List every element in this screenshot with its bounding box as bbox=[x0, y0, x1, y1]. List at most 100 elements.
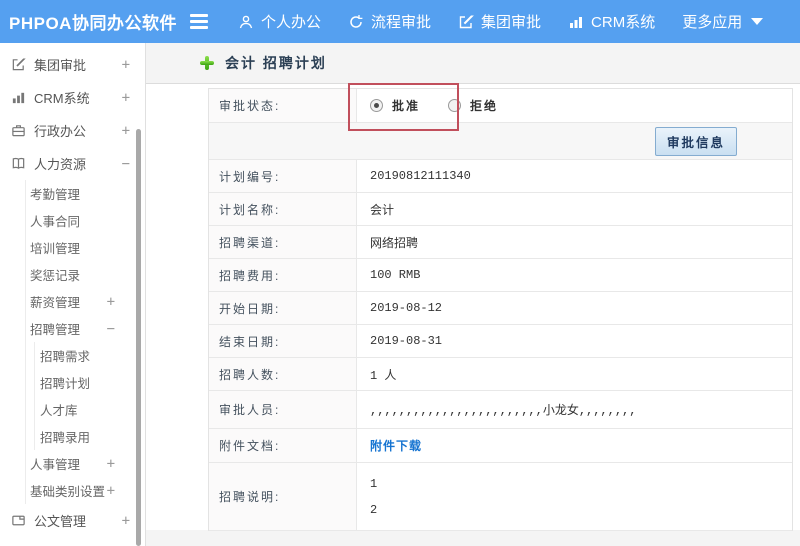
hamburger-menu-icon[interactable] bbox=[190, 14, 212, 29]
briefcase-icon bbox=[10, 123, 26, 138]
sidebar-item-attendance[interactable]: 考勤管理 bbox=[26, 180, 145, 207]
sidebar-item-label: 招聘计划 bbox=[40, 377, 91, 391]
sidebar-item-vehicle-mgmt[interactable]: 用车管理 + bbox=[0, 537, 145, 546]
top-bar: PHPOA协同办公软件 个人办公 流程审批 集团审批 CRM系统 更多应用 bbox=[0, 0, 800, 43]
sidebar-item-recruit-hire[interactable]: 招聘录用 bbox=[35, 423, 145, 450]
sidebar-item-label: 人事合同 bbox=[30, 215, 81, 229]
field-label: 结束日期: bbox=[209, 325, 357, 357]
radio-approve[interactable] bbox=[370, 99, 383, 112]
sidebar-item-label: 基础类别设置 bbox=[30, 485, 106, 499]
sidebar-item-crm[interactable]: CRM系统 + bbox=[0, 81, 145, 114]
sidebar-item-recruit-demand[interactable]: 招聘需求 bbox=[35, 342, 145, 369]
sidebar-item-label: 招聘管理 bbox=[30, 323, 81, 337]
book-icon bbox=[10, 156, 26, 171]
nav-process-approval[interactable]: 流程审批 bbox=[348, 11, 431, 32]
page-title: 会计 招聘计划 bbox=[225, 55, 327, 71]
approval-radio-group: 批准 拒绝 bbox=[370, 97, 498, 114]
nav-group-approval[interactable]: 集团审批 bbox=[458, 11, 541, 32]
sidebar-item-personnel-mgmt[interactable]: 人事管理 + bbox=[26, 450, 145, 477]
collapse-minus-icon[interactable]: − bbox=[107, 321, 115, 337]
sidebar-item-talent-pool[interactable]: 人才库 bbox=[35, 396, 145, 423]
field-value: 网络招聘 bbox=[370, 236, 419, 251]
page-header: 会计 招聘计划 bbox=[146, 43, 800, 84]
sidebar-item-label: 招聘需求 bbox=[40, 350, 91, 364]
row-description: 招聘说明: 1 2 bbox=[209, 463, 792, 531]
sidebar-item-training[interactable]: 培训管理 bbox=[26, 234, 145, 261]
attachment-download-link[interactable]: 附件下载 bbox=[370, 437, 422, 454]
sidebar-item-label: 人事管理 bbox=[30, 458, 81, 472]
main-content: 会计 招聘计划 审批状态: 批准 拒绝 审批信息 计划编号: 201908121… bbox=[146, 43, 800, 546]
sidebar-item-label: 培训管理 bbox=[30, 242, 81, 256]
row-end-date: 结束日期: 2019-08-31 bbox=[209, 325, 792, 358]
field-label: 招聘渠道: bbox=[209, 226, 357, 258]
expand-plus-icon[interactable]: + bbox=[122, 90, 130, 106]
process-icon bbox=[348, 14, 364, 30]
sidebar-item-base-category[interactable]: 基础类别设置 + bbox=[26, 477, 145, 504]
radio-reject[interactable] bbox=[448, 99, 462, 112]
sidebar-item-label: CRM系统 bbox=[34, 91, 90, 106]
nav-item-label: 集团审批 bbox=[481, 14, 542, 31]
nav-personal-office[interactable]: 个人办公 bbox=[238, 11, 321, 32]
nav-item-label: CRM系统 bbox=[591, 14, 656, 31]
expand-plus-icon[interactable]: + bbox=[122, 513, 130, 529]
field-value: 20190812111340 bbox=[370, 169, 471, 183]
expand-plus-icon[interactable]: + bbox=[107, 456, 115, 472]
description-line: 1 bbox=[370, 476, 378, 491]
row-recruit-cost: 招聘费用: 100 RMB bbox=[209, 259, 792, 292]
radio-approve-label: 批准 bbox=[392, 99, 421, 113]
collapse-minus-icon[interactable]: − bbox=[122, 156, 130, 172]
expand-plus-icon[interactable]: + bbox=[122, 123, 130, 139]
sidebar-item-label: 考勤管理 bbox=[30, 188, 81, 202]
field-label: 附件文档: bbox=[209, 429, 357, 462]
radio-reject-label: 拒绝 bbox=[470, 99, 499, 113]
field-label: 招聘人数: bbox=[209, 358, 357, 390]
field-value: 1 2 bbox=[357, 463, 792, 530]
nav-more-apps[interactable]: 更多应用 bbox=[682, 11, 764, 32]
field-label: 招聘说明: bbox=[209, 463, 357, 530]
app-logo: PHPOA协同办公软件 bbox=[9, 14, 177, 33]
field-label: 审批人员: bbox=[209, 391, 357, 428]
sidebar-item-label: 人力资源 bbox=[34, 157, 87, 172]
add-plus-icon[interactable] bbox=[200, 56, 214, 70]
sidebar-item-recruit-mgmt[interactable]: 招聘管理 − bbox=[26, 315, 145, 342]
nav-item-label: 流程审批 bbox=[371, 14, 432, 31]
sidebar-item-admin-office[interactable]: 行政办公 + bbox=[0, 114, 145, 147]
sidebar-item-label: 集团审批 bbox=[34, 58, 87, 73]
description-line: 2 bbox=[370, 502, 378, 517]
sidebar-item-document-mgmt[interactable]: 公文管理 + bbox=[0, 504, 145, 537]
expand-plus-icon[interactable]: + bbox=[107, 294, 115, 310]
sidebar-item-hr-contract[interactable]: 人事合同 bbox=[26, 207, 145, 234]
caret-down-icon bbox=[751, 18, 764, 25]
row-approvers: 审批人员: ,,,,,,,,,,,,,,,,,,,,,,,,小龙女,,,,,,,… bbox=[209, 391, 792, 429]
nav-item-label: 个人办公 bbox=[261, 14, 322, 31]
sidebar-item-label: 公文管理 bbox=[34, 514, 87, 529]
recruit-submenu: 招聘需求 招聘计划 人才库 招聘录用 bbox=[34, 342, 145, 450]
top-navigation: 个人办公 流程审批 集团审批 CRM系统 更多应用 bbox=[238, 11, 764, 32]
content-panel: 审批状态: 批准 拒绝 审批信息 计划编号: 20190812111340 计划… bbox=[146, 83, 800, 531]
field-value: 2019-08-31 bbox=[370, 334, 443, 348]
sidebar-item-rewards[interactable]: 奖惩记录 bbox=[26, 261, 145, 288]
field-value: 会计 bbox=[370, 203, 395, 218]
row-recruit-channel: 招聘渠道: 网络招聘 bbox=[209, 226, 792, 259]
sidebar: 集团审批 + CRM系统 + 行政办公 + 人力资源 − 考勤管理 人事合同 培… bbox=[0, 43, 146, 546]
sidebar-item-human-resources[interactable]: 人力资源 − bbox=[0, 147, 145, 180]
approve-info-button[interactable]: 审批信息 bbox=[654, 126, 737, 156]
sidebar-item-recruit-plan[interactable]: 招聘计划 bbox=[35, 369, 145, 396]
row-approve-button: 审批信息 bbox=[209, 123, 792, 160]
field-value: 2019-08-12 bbox=[370, 301, 443, 315]
expand-plus-icon[interactable]: + bbox=[107, 483, 115, 499]
bar-chart-icon bbox=[568, 14, 584, 30]
sidebar-item-label: 行政办公 bbox=[34, 124, 87, 139]
edit-icon bbox=[458, 14, 474, 30]
field-value: ,,,,,,,,,,,,,,,,,,,,,,,,小龙女,,,,,,,, bbox=[370, 404, 637, 418]
nav-crm-system[interactable]: CRM系统 bbox=[568, 11, 655, 32]
edit-icon bbox=[10, 57, 26, 72]
document-icon bbox=[10, 513, 26, 528]
sidebar-item-salary[interactable]: 薪资管理 + bbox=[26, 288, 145, 315]
sidebar-scrollbar[interactable] bbox=[136, 129, 141, 546]
field-label: 计划名称: bbox=[209, 193, 357, 225]
field-value: 1 人 bbox=[370, 368, 397, 383]
row-plan-name: 计划名称: 会计 bbox=[209, 193, 792, 226]
sidebar-item-group-approval[interactable]: 集团审批 + bbox=[0, 48, 145, 81]
expand-plus-icon[interactable]: + bbox=[122, 57, 130, 73]
